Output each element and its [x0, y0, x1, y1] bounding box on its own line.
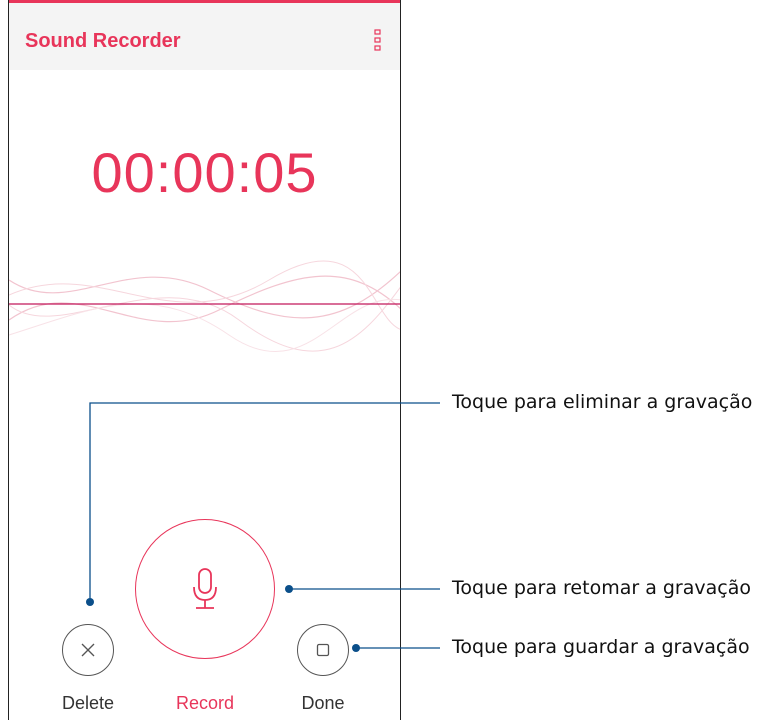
record-annotation: Toque para retomar a gravação: [452, 577, 751, 599]
callout-lines: [86, 402, 440, 652]
delete-callout-dot: [86, 598, 94, 606]
done-callout-dot: [352, 644, 360, 652]
done-annotation: Toque para guardar a gravação: [452, 636, 750, 658]
delete-annotation: Toque para eliminar a gravação: [452, 391, 753, 413]
record-callout-dot: [285, 585, 293, 593]
delete-callout-line: [89, 402, 440, 602]
